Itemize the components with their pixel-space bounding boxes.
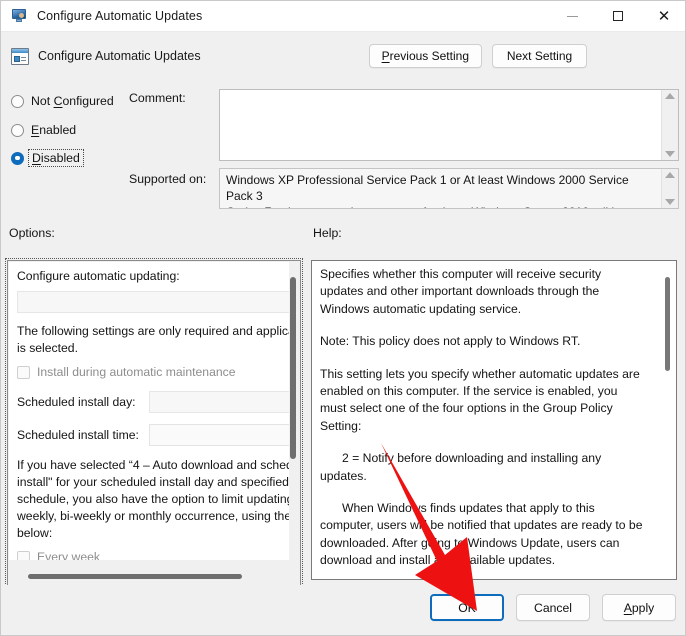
help-paragraph: When Windows finds updates that apply to… [320,501,643,568]
input-scheduled-install-day[interactable] [149,391,289,413]
field-scheduled-install-day[interactable]: Scheduled install day: [17,391,289,413]
configure-updating-dropdown[interactable] [17,291,289,313]
dialog-footer: OK Cancel Apply [1,585,685,635]
ok-label: OK [458,600,476,615]
supported-on-text: Windows XP Professional Service Pack 1 o… [226,173,629,208]
apply-label: pply [631,600,655,615]
supported-on-label: Supported on: [129,172,207,186]
window-controls: ✕ [549,1,685,32]
options-vertical-scrollbar[interactable] [290,277,296,459]
help-vertical-scrollbar[interactable] [665,277,670,371]
policy-name-label: Configure Automatic Updates [38,49,201,63]
comment-text[interactable] [220,90,661,160]
label-scheduled-install-day: Scheduled install day: [17,395,136,409]
radio-indicator-disabled[interactable] [11,151,24,165]
checkbox-label-every-week: Every week [37,550,100,560]
options-content: Configure automatic updating: The follow… [9,262,289,560]
previous-setting-label: revious Setting [389,49,469,63]
radio-not-configured[interactable]: Not Configured [11,92,114,110]
options-note: The following settings are only required… [17,324,289,355]
help-section-label: Help: [313,226,342,240]
limit-updating-note: If you have selected “4 – Auto download … [17,458,289,540]
title-bar: Configure Automatic Updates ✕ [1,1,685,32]
radio-label-enabled: Enabled [31,123,77,137]
ok-button[interactable]: OK [430,594,504,621]
comment-scrollbar[interactable] [661,90,678,160]
apply-accelerator: A [623,600,632,615]
radio-disabled[interactable]: Disabled [11,149,84,167]
maximize-button[interactable] [595,1,641,32]
scroll-down-icon[interactable] [665,199,675,205]
options-horizontal-scrollbar[interactable] [28,574,242,579]
checkbox-indicator-every-week[interactable] [17,550,30,560]
supported-on-scrollbar[interactable] [661,169,678,208]
scroll-up-icon[interactable] [665,172,675,178]
scroll-up-icon[interactable] [665,93,675,99]
footer-buttons: OK Cancel Apply [430,594,676,621]
help-paragraph: Specifies whether this computer will rec… [320,267,602,316]
options-section-label: Options: [9,226,55,240]
configure-updating-heading: Configure automatic updating: [17,269,180,283]
window-title: Configure Automatic Updates [37,9,203,23]
help-panel[interactable]: Specifies whether this computer will rec… [311,260,677,580]
radio-label-not-configured: Not Configured [31,94,114,108]
radio-enabled[interactable]: Enabled [11,121,76,139]
radio-label-disabled: Disabled [28,149,84,167]
previous-setting-button[interactable]: Previous Setting [368,44,482,68]
label-scheduled-install-time: Scheduled install time: [17,428,139,442]
supported-on-box: Windows XP Professional Service Pack 1 o… [219,168,679,209]
policy-setting-icon [11,47,29,65]
next-setting-button[interactable]: Next Setting [492,44,587,68]
checkbox-label-maintenance: Install during automatic maintenance [37,365,236,379]
comment-label: Comment: [129,91,186,105]
cancel-button[interactable]: Cancel [516,594,590,621]
cancel-label: Cancel [534,600,572,615]
radio-indicator-not-configured[interactable] [11,94,24,108]
field-scheduled-install-time[interactable]: Scheduled install time: [17,424,289,446]
checkbox-install-during-maintenance[interactable]: Install during automatic maintenance [17,365,289,379]
options-scroll-viewport[interactable]: Configure automatic updating: The follow… [9,262,289,560]
dialog-header: Configure Automatic Updates Previous Set… [1,32,685,80]
configure-automatic-updates-dialog: Configure Automatic Updates ✕ Configure … [0,0,686,636]
options-panel[interactable]: Configure automatic updating: The follow… [5,258,303,590]
close-icon[interactable]: ✕ [641,1,685,32]
scroll-down-icon[interactable] [665,151,675,157]
previous-setting-accelerator: P [381,49,390,63]
help-paragraph: 2 = Notify before downloading and instal… [320,451,602,483]
minimize-button[interactable] [549,1,595,32]
monitor-icon [11,8,28,24]
help-paragraph: This setting lets you specify whether au… [320,366,640,433]
next-setting-label: Next Setting [506,49,573,63]
select-scheduled-install-time[interactable] [149,424,289,446]
checkbox-every-week[interactable]: Every week [17,550,289,560]
checkbox-indicator-maintenance[interactable] [17,365,30,379]
help-content: Specifies whether this computer will rec… [312,261,656,579]
radio-indicator-enabled[interactable] [11,123,24,137]
setting-navigation-buttons: Previous Setting Next Setting [368,44,587,68]
comment-textarea[interactable] [219,89,679,161]
help-paragraph: Note: This policy does not apply to Wind… [320,334,581,349]
apply-button[interactable]: Apply [602,594,676,621]
